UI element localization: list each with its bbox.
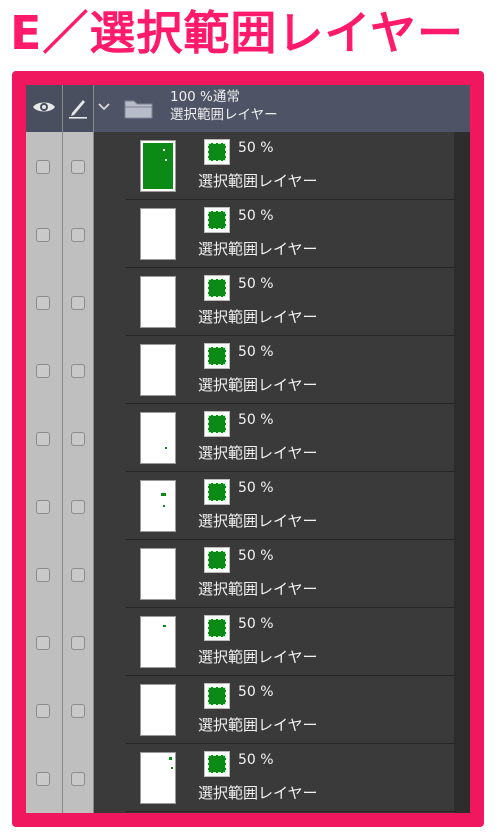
edit-lock-checkbox[interactable] (71, 500, 85, 514)
visibility-checkbox[interactable] (36, 772, 50, 786)
layer-row[interactable]: 50 % 選択範囲レイヤー (26, 744, 470, 812)
selection-layer-icon (204, 479, 230, 505)
visibility-checkbox[interactable] (36, 500, 50, 514)
layer-thumbnail (140, 548, 176, 600)
layer-name: 選択範囲レイヤー (198, 648, 318, 666)
selection-layer-icon (204, 411, 230, 437)
layer-opacity: 50 % (238, 616, 274, 632)
layer-row[interactable]: 50 % 選択範囲レイヤー (26, 540, 470, 608)
edit-lock-checkbox[interactable] (71, 432, 85, 446)
edit-lock-checkbox[interactable] (71, 364, 85, 378)
layer-thumbnail (140, 208, 176, 260)
selection-layer-icon (204, 343, 230, 369)
highlight-frame: 100 %通常 選択範囲レイヤー 50 % 選択範囲レイヤー 50 % 選択範囲レイヤ… (12, 71, 484, 827)
layer-name: 選択範囲レイヤー (198, 308, 318, 326)
edit-lock-checkbox[interactable] (71, 568, 85, 582)
layer-name: 選択範囲レイヤー (198, 240, 318, 258)
folder-text: 100 %通常 選択範囲レイヤー (170, 88, 278, 124)
layer-opacity: 50 % (238, 684, 274, 700)
layer-thumbnail (140, 480, 176, 532)
layer-name: 選択範囲レイヤー (198, 172, 318, 190)
visibility-checkbox[interactable] (36, 432, 50, 446)
edit-lock-checkbox[interactable] (71, 228, 85, 242)
layer-opacity: 50 % (238, 344, 274, 360)
layer-name: 選択範囲レイヤー (198, 376, 318, 394)
layer-opacity: 50 % (238, 208, 274, 224)
row-divider (126, 811, 456, 812)
folder-header[interactable]: 100 %通常 選択範囲レイヤー (94, 85, 470, 132)
layer-name: 選択範囲レイヤー (198, 512, 318, 530)
edit-lock-checkbox[interactable] (71, 636, 85, 650)
selection-layer-icon (204, 275, 230, 301)
edit-lock-checkbox[interactable] (71, 296, 85, 310)
layer-opacity: 50 % (238, 140, 274, 156)
layer-row[interactable]: 50 % 選択範囲レイヤー (26, 336, 470, 404)
header-visibility-cell[interactable] (26, 85, 62, 132)
selection-layer-icon (204, 547, 230, 573)
selection-layer-icon (204, 207, 230, 233)
layer-thumbnail (140, 140, 176, 192)
selection-layer-icon (204, 139, 230, 165)
header-edit-cell[interactable] (63, 85, 93, 132)
layer-name: 選択範囲レイヤー (198, 784, 318, 802)
layer-opacity: 50 % (238, 752, 274, 768)
layer-thumbnail (140, 684, 176, 736)
folder-icon (124, 100, 153, 119)
visibility-checkbox[interactable] (36, 704, 50, 718)
layer-thumbnail (140, 752, 176, 804)
layer-opacity: 50 % (238, 480, 274, 496)
layer-name: 選択範囲レイヤー (198, 444, 318, 462)
layer-row[interactable]: 50 % 選択範囲レイヤー (26, 132, 470, 200)
layer-row[interactable]: 50 % 選択範囲レイヤー (26, 676, 470, 744)
visibility-checkbox[interactable] (36, 568, 50, 582)
edit-lock-checkbox[interactable] (71, 772, 85, 786)
layer-row[interactable]: 50 % 選択範囲レイヤー (26, 404, 470, 472)
page-title: E／選択範囲レイヤー (10, 6, 465, 60)
layer-thumbnail (140, 276, 176, 328)
folder-row[interactable]: 100 %通常 選択範囲レイヤー (26, 85, 470, 132)
visibility-checkbox[interactable] (36, 636, 50, 650)
layer-row[interactable]: 50 % 選択範囲レイヤー (26, 268, 470, 336)
edit-lock-checkbox[interactable] (71, 704, 85, 718)
selection-layer-icon (204, 751, 230, 777)
visibility-checkbox[interactable] (36, 296, 50, 310)
layer-row[interactable]: 50 % 選択範囲レイヤー (26, 608, 470, 676)
folder-name: 選択範囲レイヤー (170, 107, 278, 123)
pen-icon[interactable] (68, 97, 88, 119)
visibility-checkbox[interactable] (36, 160, 50, 174)
edit-lock-checkbox[interactable] (71, 160, 85, 174)
layer-opacity: 50 % (238, 548, 274, 564)
visibility-checkbox[interactable] (36, 364, 50, 378)
folder-opacity-blend: 100 %通常 (170, 89, 240, 105)
layer-thumbnail (140, 412, 176, 464)
layer-row[interactable]: 50 % 選択範囲レイヤー (26, 200, 470, 268)
chevron-down-icon[interactable] (98, 102, 110, 112)
selection-layer-icon (204, 683, 230, 709)
layer-thumbnail (140, 344, 176, 396)
layer-name: 選択範囲レイヤー (198, 580, 318, 598)
layer-row[interactable]: 50 % 選択範囲レイヤー (26, 472, 470, 540)
layer-opacity: 50 % (238, 412, 274, 428)
selection-layer-icon (204, 615, 230, 641)
layer-panel: 100 %通常 選択範囲レイヤー 50 % 選択範囲レイヤー 50 % 選択範囲レイヤ… (26, 85, 470, 813)
layer-opacity: 50 % (238, 276, 274, 292)
eye-icon[interactable] (32, 99, 56, 115)
visibility-checkbox[interactable] (36, 228, 50, 242)
layer-name: 選択範囲レイヤー (198, 716, 318, 734)
layer-thumbnail (140, 616, 176, 668)
